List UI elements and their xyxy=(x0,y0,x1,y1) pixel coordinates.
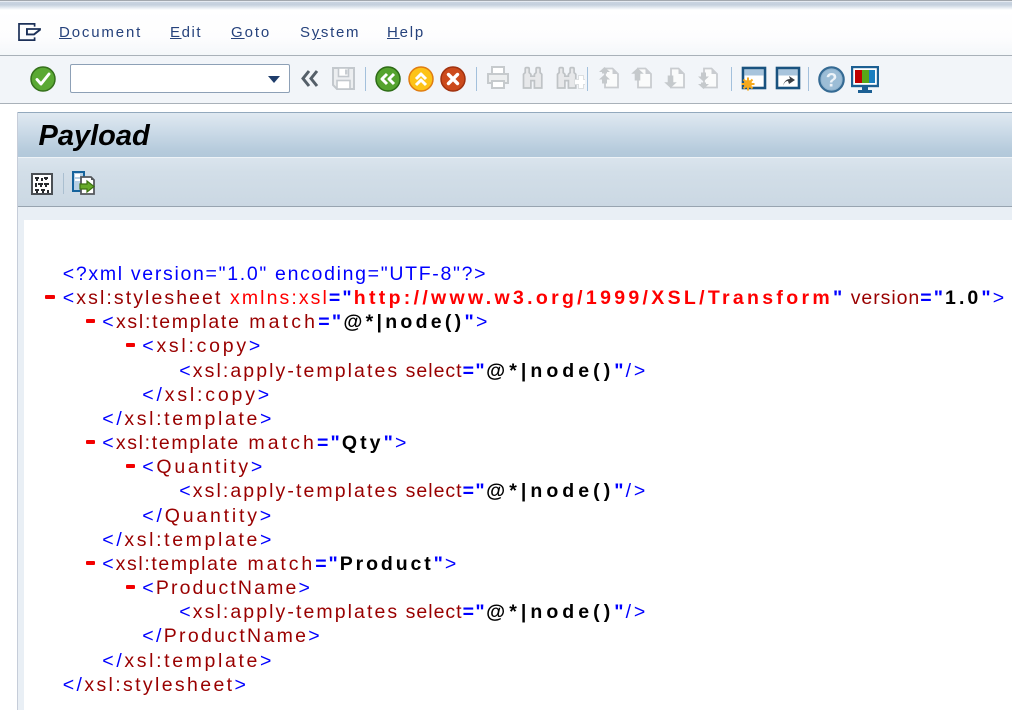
svg-text:?: ? xyxy=(826,71,838,92)
